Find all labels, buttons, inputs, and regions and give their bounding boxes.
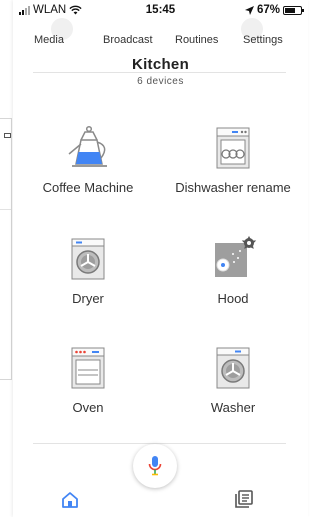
background-card-divider bbox=[0, 209, 11, 210]
room-title: Kitchen bbox=[131, 56, 190, 73]
top-nav: Media Broadcast Routines Settings bbox=[13, 18, 308, 56]
app-screen: WLAN 15:45 67% Media Broadcast Routines … bbox=[13, 0, 308, 517]
dryer-icon bbox=[64, 235, 112, 283]
location-arrow-icon bbox=[244, 5, 254, 15]
washer-icon bbox=[209, 344, 257, 392]
device-washer[interactable]: Washer bbox=[163, 344, 303, 415]
hood-icon bbox=[209, 235, 257, 283]
nav-media[interactable]: Media bbox=[34, 34, 64, 46]
device-label: Dishwasher rename bbox=[175, 180, 291, 195]
device-coffee-machine[interactable]: Coffee Machine bbox=[18, 124, 158, 195]
device-dishwasher[interactable]: Dishwasher rename bbox=[163, 124, 303, 195]
device-label: Oven bbox=[72, 400, 104, 415]
device-hood[interactable]: Hood bbox=[163, 235, 303, 306]
nav-settings[interactable]: Settings bbox=[243, 34, 283, 46]
device-label: Hood bbox=[217, 291, 249, 306]
mic-icon bbox=[148, 456, 162, 476]
dishwasher-icon bbox=[209, 124, 257, 172]
device-dryer[interactable]: Dryer bbox=[18, 235, 158, 306]
kettle-icon bbox=[64, 124, 112, 172]
device-oven[interactable]: Oven bbox=[18, 344, 158, 415]
battery-percent: 67% bbox=[256, 4, 280, 16]
status-right: 67% bbox=[244, 4, 304, 16]
device-label: Coffee Machine bbox=[42, 180, 134, 195]
device-label: Dryer bbox=[72, 291, 104, 306]
room-device-count: 6 devices bbox=[137, 76, 184, 87]
media-icon[interactable] bbox=[234, 489, 254, 509]
nav-broadcast[interactable]: Broadcast bbox=[103, 34, 153, 46]
device-label: Washer bbox=[210, 400, 256, 415]
background-card bbox=[0, 118, 12, 380]
battery-fill bbox=[285, 7, 296, 13]
mic-button[interactable] bbox=[133, 444, 177, 488]
oven-icon bbox=[64, 344, 112, 392]
nav-routines[interactable]: Routines bbox=[175, 34, 218, 46]
background-card-icon bbox=[4, 133, 11, 138]
home-icon[interactable] bbox=[61, 491, 79, 509]
battery-icon bbox=[283, 5, 304, 15]
